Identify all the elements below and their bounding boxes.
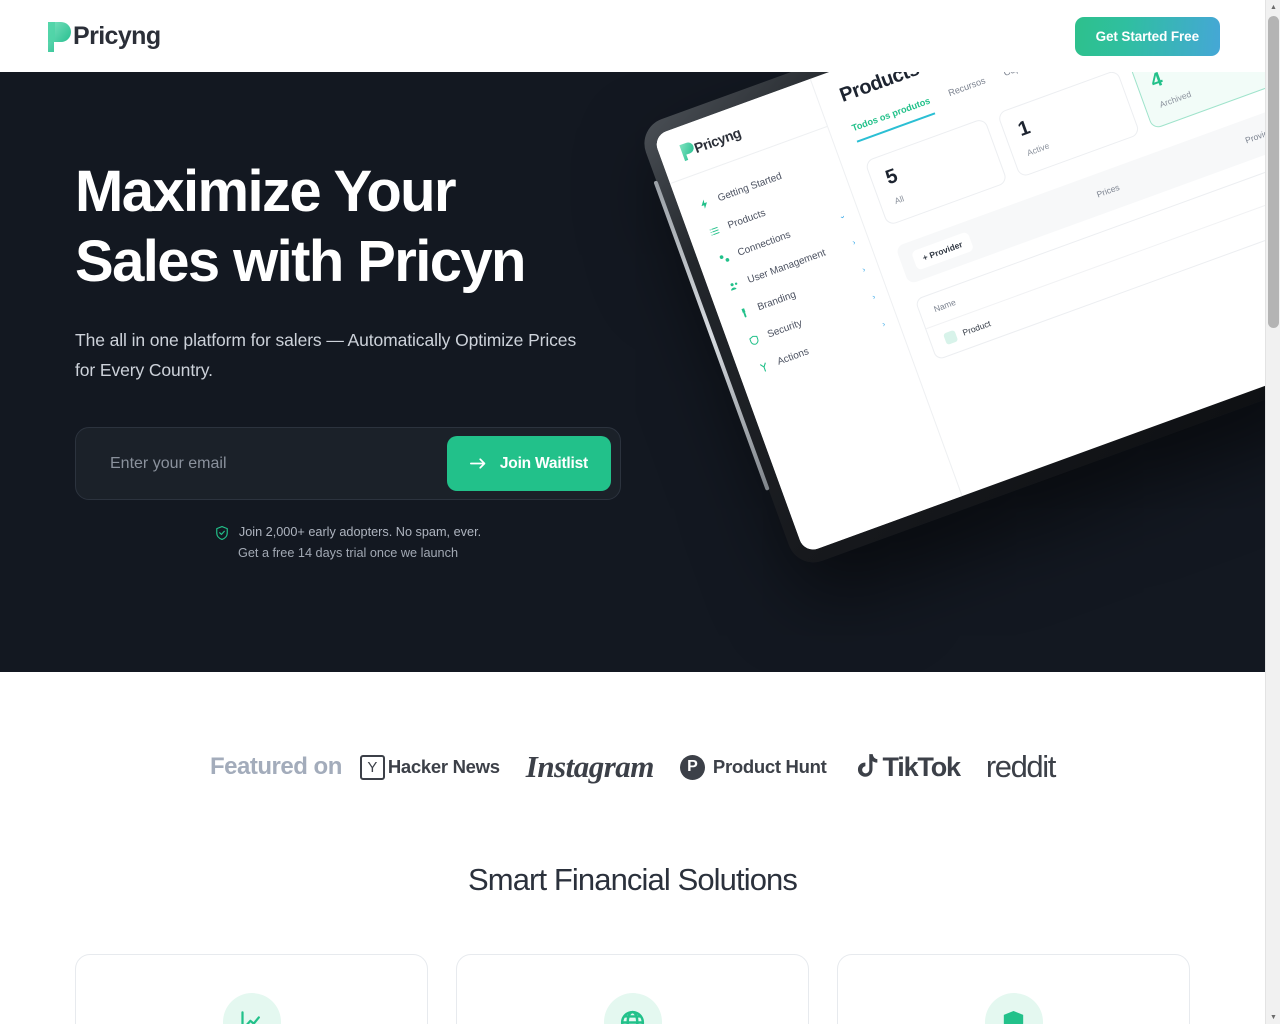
trust-text-1: Join 2,000+ early adopters. No spam, eve…: [238, 525, 482, 539]
instagram-wordmark-icon: Instagram: [525, 749, 655, 784]
chevron-right-icon: ›: [861, 264, 867, 275]
hacker-news-label: Hacker News: [387, 756, 500, 777]
hero-title: Maximize Your Sales with Pricyn: [75, 157, 695, 297]
scrollbar-thumb[interactable]: [1268, 16, 1279, 328]
site-header: Pricyng Get Started Free: [0, 0, 1265, 72]
hero-title-line-1: Maximize Your: [75, 159, 457, 224]
page-scrollbar[interactable]: ▲ ▼: [1265, 0, 1280, 1024]
waitlist-form: Join Waitlist: [75, 427, 621, 500]
prices-column-label: Prices: [1095, 182, 1121, 200]
featured-logos-row: Featured on Y Hacker News Instagram P Pr…: [210, 749, 1057, 785]
stat-card-all[interactable]: 5 All: [864, 117, 1009, 227]
add-provider-chip[interactable]: + Provider: [910, 231, 975, 271]
product-thumbnail: [942, 329, 959, 346]
brush-icon: [741, 308, 747, 318]
arrow-right-icon: [469, 458, 486, 469]
hero-content: Maximize Your Sales with Pricyn The all …: [75, 157, 695, 564]
product-hunt-label: Product Hunt: [712, 756, 827, 777]
brand-logo-text: Pricyng: [73, 21, 161, 50]
card-icon-wrap: [984, 993, 1043, 1024]
hero-section: Pricyng Getting Started Products Connect…: [0, 72, 1265, 672]
brand-product-hunt[interactable]: P Product Hunt: [679, 754, 827, 780]
solutions-cards: [0, 954, 1265, 1024]
hacker-news-icon: Y: [359, 754, 385, 780]
brand-instagram[interactable]: Instagram: [525, 749, 655, 785]
reddit-wordmark-icon: reddit: [985, 749, 1057, 784]
tiktok-icon: [858, 754, 878, 777]
sidebar-item-label: Security: [766, 317, 804, 341]
tab-todos-os-produtos[interactable]: Todos os produtos: [850, 95, 935, 143]
line-chart-icon: [241, 1010, 260, 1024]
hero-subtitle: The all in one platform for salers — Aut…: [75, 330, 577, 380]
get-started-free-button[interactable]: Get Started Free: [1074, 16, 1220, 56]
brand-tiktok[interactable]: TikTok: [852, 751, 961, 783]
users-icon: [730, 282, 738, 291]
globe-icon: [620, 1010, 645, 1024]
email-input[interactable]: [76, 428, 447, 499]
bolt-icon: [701, 199, 707, 209]
brand-hacker-news[interactable]: Y Hacker News: [359, 754, 500, 780]
landing-page: Pricyng Get Started Free Pricyng Getting…: [0, 0, 1280, 1024]
list-icon: [709, 226, 720, 236]
scroll-down-arrow-icon[interactable]: ▼: [1266, 1010, 1280, 1024]
solutions-section: Smart Financial Solutions: [0, 862, 1265, 1024]
trust-text-2: Get a free 14 days trial once we launch: [237, 546, 459, 560]
join-waitlist-label: Join Waitlist: [499, 454, 588, 472]
scroll-up-arrow-icon[interactable]: ▲: [1266, 0, 1280, 14]
chevron-right-icon: ›: [851, 237, 857, 247]
chevron-down-icon: ⌄: [837, 210, 847, 222]
pricyng-p-logo-icon: [48, 22, 71, 52]
brand-logo[interactable]: Pricyng: [45, 19, 161, 53]
shield-check-icon: [216, 525, 228, 540]
card-icon-wrap: [603, 993, 662, 1024]
featured-on-label: Featured on: [210, 753, 342, 780]
brand-reddit[interactable]: reddit: [985, 749, 1057, 785]
plug-icon: [719, 255, 730, 262]
chevron-right-icon: ›: [880, 319, 887, 329]
hero-title-line-2: Sales with Pricyn: [75, 229, 526, 294]
provider-column-label: Provider: [1243, 125, 1265, 146]
shield-icon: [1003, 1010, 1024, 1024]
shield-icon: [749, 335, 759, 345]
solution-card-security[interactable]: [837, 954, 1190, 1024]
tablet-mockup: Pricyng Getting Started Products Connect…: [637, 72, 1265, 672]
solutions-title: Smart Financial Solutions: [468, 862, 798, 897]
sidebar-item-label: Products: [726, 207, 768, 232]
chevron-right-icon: ›: [870, 292, 877, 302]
solution-card-analytics[interactable]: [75, 954, 428, 1024]
tablet-device: Pricyng Getting Started Products Connect…: [637, 72, 1265, 570]
stat-value: 1: [1015, 116, 1034, 141]
featured-on-section: Featured on Y Hacker News Instagram P Pr…: [0, 672, 1265, 862]
stat-value: 5: [882, 164, 901, 190]
sidebar-item-label: Actions: [775, 346, 811, 368]
wand-icon: [759, 362, 767, 372]
trust-note-line-1: Join 2,000+ early adopters. No spam, eve…: [75, 522, 621, 543]
card-icon-wrap: [222, 993, 281, 1024]
join-waitlist-button[interactable]: Join Waitlist: [446, 436, 611, 491]
table-cell-name: Product: [961, 318, 993, 338]
tab-recursos[interactable]: Recursos: [947, 75, 990, 107]
tiktok-label: TikTok: [882, 751, 961, 782]
tablet-screen: Pricyng Getting Started Products Connect…: [652, 72, 1265, 554]
tab-cupons[interactable]: Cupons: [1002, 72, 1039, 87]
stat-card-active[interactable]: 1 Active: [996, 72, 1141, 178]
product-hunt-icon: P: [679, 754, 705, 780]
dashboard-logo-text: Pricyng: [691, 124, 743, 156]
trust-note: Join 2,000+ early adopters. No spam, eve…: [75, 522, 621, 564]
solution-card-global[interactable]: [456, 954, 809, 1024]
sidebar-item-label: Branding: [756, 289, 798, 314]
